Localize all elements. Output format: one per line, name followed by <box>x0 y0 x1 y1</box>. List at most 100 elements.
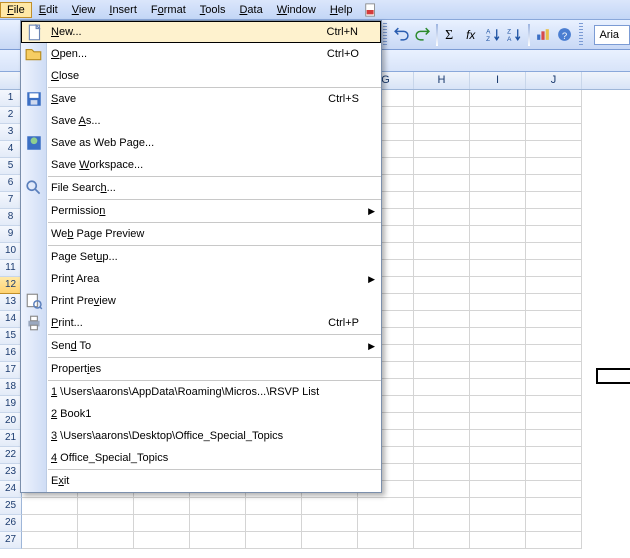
menu-item-permission[interactable]: Permission▶ <box>21 200 381 222</box>
cell[interactable] <box>134 532 190 549</box>
cell[interactable] <box>526 362 582 379</box>
toolbar-grip[interactable] <box>383 23 387 47</box>
cell[interactable] <box>302 498 358 515</box>
menu-item-save-as[interactable]: Save As... <box>21 110 381 132</box>
select-all-corner[interactable] <box>0 72 22 89</box>
menu-data[interactable]: Data <box>232 2 269 18</box>
row-header[interactable]: 22 <box>0 447 22 464</box>
cell[interactable] <box>414 90 470 107</box>
cell[interactable] <box>526 328 582 345</box>
cell[interactable] <box>470 498 526 515</box>
cell[interactable] <box>470 209 526 226</box>
menu-insert[interactable]: Insert <box>102 2 144 18</box>
cell[interactable] <box>22 498 78 515</box>
redo-button[interactable] <box>413 24 432 46</box>
row-header[interactable]: 24 <box>0 481 22 498</box>
cell[interactable] <box>470 362 526 379</box>
cell[interactable] <box>246 515 302 532</box>
cell[interactable] <box>414 124 470 141</box>
cell[interactable] <box>414 515 470 532</box>
cell[interactable] <box>470 226 526 243</box>
cell[interactable] <box>470 447 526 464</box>
row-header[interactable]: 17 <box>0 362 22 379</box>
cell[interactable] <box>414 311 470 328</box>
row-header[interactable]: 12 <box>0 277 22 294</box>
menu-help[interactable]: Help <box>323 2 360 18</box>
cell[interactable] <box>414 413 470 430</box>
menu-item-properties[interactable]: Properties <box>21 358 381 380</box>
cell[interactable] <box>414 175 470 192</box>
cell[interactable] <box>470 141 526 158</box>
chart-button[interactable] <box>534 24 553 46</box>
cell[interactable] <box>414 243 470 260</box>
cell[interactable] <box>526 515 582 532</box>
cell[interactable] <box>134 515 190 532</box>
sort-asc-button[interactable]: AZ <box>484 24 503 46</box>
row-header[interactable]: 13 <box>0 294 22 311</box>
cell[interactable] <box>414 209 470 226</box>
menu-item-open[interactable]: Open...Ctrl+O <box>21 43 381 65</box>
menu-item-web-page-preview[interactable]: Web Page Preview <box>21 223 381 245</box>
row-header[interactable]: 2 <box>0 107 22 124</box>
column-header[interactable]: H <box>414 72 470 89</box>
cell[interactable] <box>526 294 582 311</box>
row-header[interactable]: 16 <box>0 345 22 362</box>
row-header[interactable]: 27 <box>0 532 22 549</box>
cell[interactable] <box>470 175 526 192</box>
cell[interactable] <box>302 532 358 549</box>
cell[interactable] <box>470 464 526 481</box>
cell[interactable] <box>526 124 582 141</box>
cell[interactable] <box>526 396 582 413</box>
cell[interactable] <box>470 515 526 532</box>
row-header[interactable]: 21 <box>0 430 22 447</box>
cell[interactable] <box>526 175 582 192</box>
cell[interactable] <box>526 107 582 124</box>
cell[interactable] <box>470 192 526 209</box>
menu-item-print-area[interactable]: Print Area▶ <box>21 268 381 290</box>
cell[interactable] <box>190 532 246 549</box>
row-header[interactable]: 15 <box>0 328 22 345</box>
cell[interactable] <box>526 243 582 260</box>
column-header[interactable]: J <box>526 72 582 89</box>
row-header[interactable]: 6 <box>0 175 22 192</box>
cell[interactable] <box>526 498 582 515</box>
cell[interactable] <box>22 515 78 532</box>
cell[interactable] <box>526 311 582 328</box>
menu-item-print-preview[interactable]: Print Preview <box>21 290 381 312</box>
row-header[interactable]: 9 <box>0 226 22 243</box>
menu-item-exit[interactable]: Exit <box>21 470 381 492</box>
cell[interactable] <box>526 413 582 430</box>
menu-item-close[interactable]: Close <box>21 65 381 87</box>
menu-item-1-users-aarons-appdata-roaming-micros-rsvp-list[interactable]: 1 \Users\aarons\AppData\Roaming\Micros..… <box>21 381 381 403</box>
menu-window[interactable]: Window <box>270 2 323 18</box>
cell[interactable] <box>470 294 526 311</box>
row-header[interactable]: 5 <box>0 158 22 175</box>
cell[interactable] <box>414 345 470 362</box>
cell[interactable] <box>470 277 526 294</box>
menu-item-2-book1[interactable]: 2 Book1 <box>21 403 381 425</box>
cell[interactable] <box>470 124 526 141</box>
cell[interactable] <box>78 515 134 532</box>
cell[interactable] <box>414 532 470 549</box>
cell[interactable] <box>470 260 526 277</box>
cell[interactable] <box>526 464 582 481</box>
cell[interactable] <box>190 498 246 515</box>
cell[interactable] <box>414 192 470 209</box>
row-header[interactable]: 20 <box>0 413 22 430</box>
menu-tools[interactable]: Tools <box>193 2 233 18</box>
row-header[interactable]: 3 <box>0 124 22 141</box>
pdf-icon[interactable] <box>363 2 379 18</box>
cell[interactable] <box>526 447 582 464</box>
cell[interactable] <box>526 430 582 447</box>
row-header[interactable]: 8 <box>0 209 22 226</box>
menu-item-3-users-aarons-desktop-office-special-topics[interactable]: 3 \Users\aarons\Desktop\Office_Special_T… <box>21 425 381 447</box>
menu-item-4-office-special-topics[interactable]: 4 Office_Special_Topics <box>21 447 381 469</box>
menu-item-send-to[interactable]: Send To▶ <box>21 335 381 357</box>
toolbar-grip[interactable] <box>579 23 583 47</box>
cell[interactable] <box>470 481 526 498</box>
function-button[interactable]: fx <box>463 24 482 46</box>
row-header[interactable]: 18 <box>0 379 22 396</box>
cell[interactable] <box>414 379 470 396</box>
cell[interactable] <box>470 396 526 413</box>
row-header[interactable]: 19 <box>0 396 22 413</box>
